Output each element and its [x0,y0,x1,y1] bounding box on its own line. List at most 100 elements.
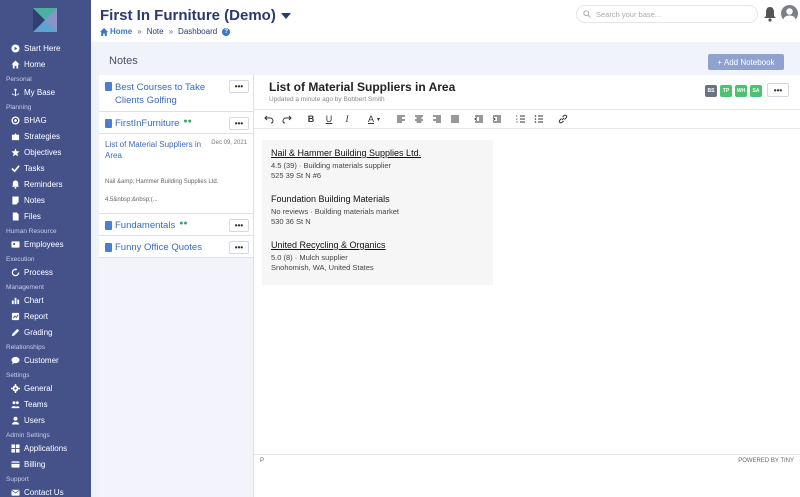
align-right-button[interactable] [428,112,446,126]
sidebar-item-label: Employees [24,239,64,249]
app-logo-icon[interactable] [33,8,57,32]
note-more-options-button[interactable]: ••• [767,83,789,97]
chevron-down-icon [280,12,291,19]
search-box[interactable] [576,5,758,23]
sidebar-item-reminders[interactable]: Reminders [0,176,91,192]
sidebar-item-employees[interactable]: Employees [0,236,91,252]
add-notebook-button[interactable]: + Add Notebook [708,54,784,70]
more-options-button[interactable]: ••• [229,241,249,254]
notebook-item[interactable]: FirstInFurniture ●● ••• [99,112,253,134]
supplier-address: 525 39 St N #6 [271,171,322,180]
sidebar-item-users[interactable]: Users [0,412,91,428]
outdent-button[interactable] [470,112,488,126]
collaborator-badge[interactable]: TP [720,85,732,97]
base-selector[interactable]: First In Furniture (Demo) [100,7,291,24]
element-path[interactable]: P [260,458,264,464]
anchor-icon [11,88,20,97]
sidebar-item-report[interactable]: Report [0,308,91,324]
numbered-list-button[interactable]: 123 [512,112,530,126]
sidebar-item-teams[interactable]: Teams [0,396,91,412]
sidebar-item-customer[interactable]: Customer [0,352,91,368]
sidebar-item-contact-us[interactable]: Contact Us [0,484,91,497]
powered-by-label[interactable]: POWERED BY TINY [738,458,794,464]
breadcrumb-home[interactable]: Home [100,27,132,36]
help-icon[interactable]: ? [222,27,231,36]
user-avatar[interactable] [781,5,798,22]
sidebar-item-objectives[interactable]: Objectives [0,144,91,160]
notebook-icon [105,243,112,252]
more-options-button[interactable]: ••• [229,117,249,130]
supplier-info: 5.0 (8) · Mulch supplier [271,253,348,262]
sidebar-item-strategies[interactable]: Strategies [0,128,91,144]
notebook-item[interactable]: Funny Office Quotes ••• [99,236,253,258]
bullet-list-button[interactable] [530,112,548,126]
undo-button[interactable] [260,112,278,126]
bell-icon[interactable] [763,6,777,22]
breadcrumb-dashboard[interactable]: Dashboard [178,27,217,36]
sidebar-item-start-here[interactable]: Start Here [0,40,91,56]
collaborator-badge[interactable]: BS [705,85,717,97]
note-title-heading[interactable]: List of Material Suppliers in Area [269,80,455,94]
indent-button[interactable] [488,112,506,126]
sidebar-item-general[interactable]: General [0,380,91,396]
align-justify-button[interactable] [446,112,464,126]
notebook-item[interactable]: Fundamentals ●● ••• [99,214,253,236]
sidebar-item-grading[interactable]: Grading [0,324,91,340]
notebook-item[interactable]: Best Courses to Take Clients Golfing ••• [99,75,253,112]
sidebar-item-label: Home [24,59,46,69]
link-button[interactable] [554,112,572,126]
notebook-name: Best Courses to Take Clients Golfing [115,82,206,106]
bold-button[interactable]: B [302,112,320,126]
sidebar-item-billing[interactable]: Billing [0,456,91,472]
bullet-list-icon [534,115,543,123]
sidebar-item-files[interactable]: Files [0,208,91,224]
sidebar-item-process[interactable]: Process [0,264,91,280]
collaborator-badge[interactable]: WH [735,85,747,97]
search-input[interactable] [596,9,746,19]
more-options-button[interactable]: ••• [229,219,249,232]
collaborator-badge[interactable]: SA [750,85,762,97]
sidebar-item-bhag[interactable]: BHAG [0,112,91,128]
sidebar-item-label: Tasks [24,163,45,173]
home-icon [100,27,108,36]
card-icon [11,460,20,469]
sidebar-item-label: Contact Us [24,487,64,497]
redo-button[interactable] [278,112,296,126]
sidebar-item-label: Teams [24,399,48,409]
underline-button[interactable]: U [320,112,338,126]
sidebar-item-label: Grading [24,327,53,337]
more-options-button[interactable]: ••• [229,80,249,93]
sidebar-item-tasks[interactable]: Tasks [0,160,91,176]
sidebar-section-label: Planning [6,104,32,111]
sidebar-item-label: Process [24,267,53,277]
notebook-icon [105,82,112,91]
sidebar-item-my-base[interactable]: My Base [0,84,91,100]
breadcrumb-note[interactable]: Note [147,27,164,36]
text-color-button[interactable]: A ▾ [362,112,386,126]
sidebar-item-label: BHAG [24,115,47,125]
notebook-icon [105,119,112,128]
sidebar-item-home[interactable]: Home [0,56,91,72]
editor-content[interactable]: Nail & Hammer Building Supplies Ltd. 4.5… [262,140,493,285]
supplier-address: Snohomish, WA, United States [271,263,374,272]
breadcrumb-separator: » [168,27,174,36]
supplier-name-link[interactable]: United Recycling & Organics [271,240,484,250]
play-circle-icon [11,43,20,53]
align-center-button[interactable] [410,112,428,126]
sidebar-item-label: Objectives [24,147,62,157]
bell-icon [11,179,20,189]
sidebar-item-chart[interactable]: Chart [0,292,91,308]
align-left-button[interactable] [392,112,410,126]
sidebar-item-notes[interactable]: Notes [0,192,91,208]
breadcrumb-separator: » [137,27,142,36]
report-icon [11,312,20,321]
italic-button[interactable]: I [338,112,356,126]
note-date: Dec 09, 2021 [211,140,247,146]
supplier-address: 530 36 St N [271,217,311,226]
svg-text:3: 3 [516,120,518,124]
sidebar-item-applications[interactable]: Applications [0,440,91,456]
sidebar-item-label: Files [24,211,41,221]
note-list-item[interactable]: List of Material Suppliers in Area Dec 0… [99,134,253,214]
supplier-name-link[interactable]: Nail & Hammer Building Supplies Ltd. [271,148,484,158]
supplier-entry: United Recycling & Organics 5.0 (8) · Mu… [271,240,484,273]
